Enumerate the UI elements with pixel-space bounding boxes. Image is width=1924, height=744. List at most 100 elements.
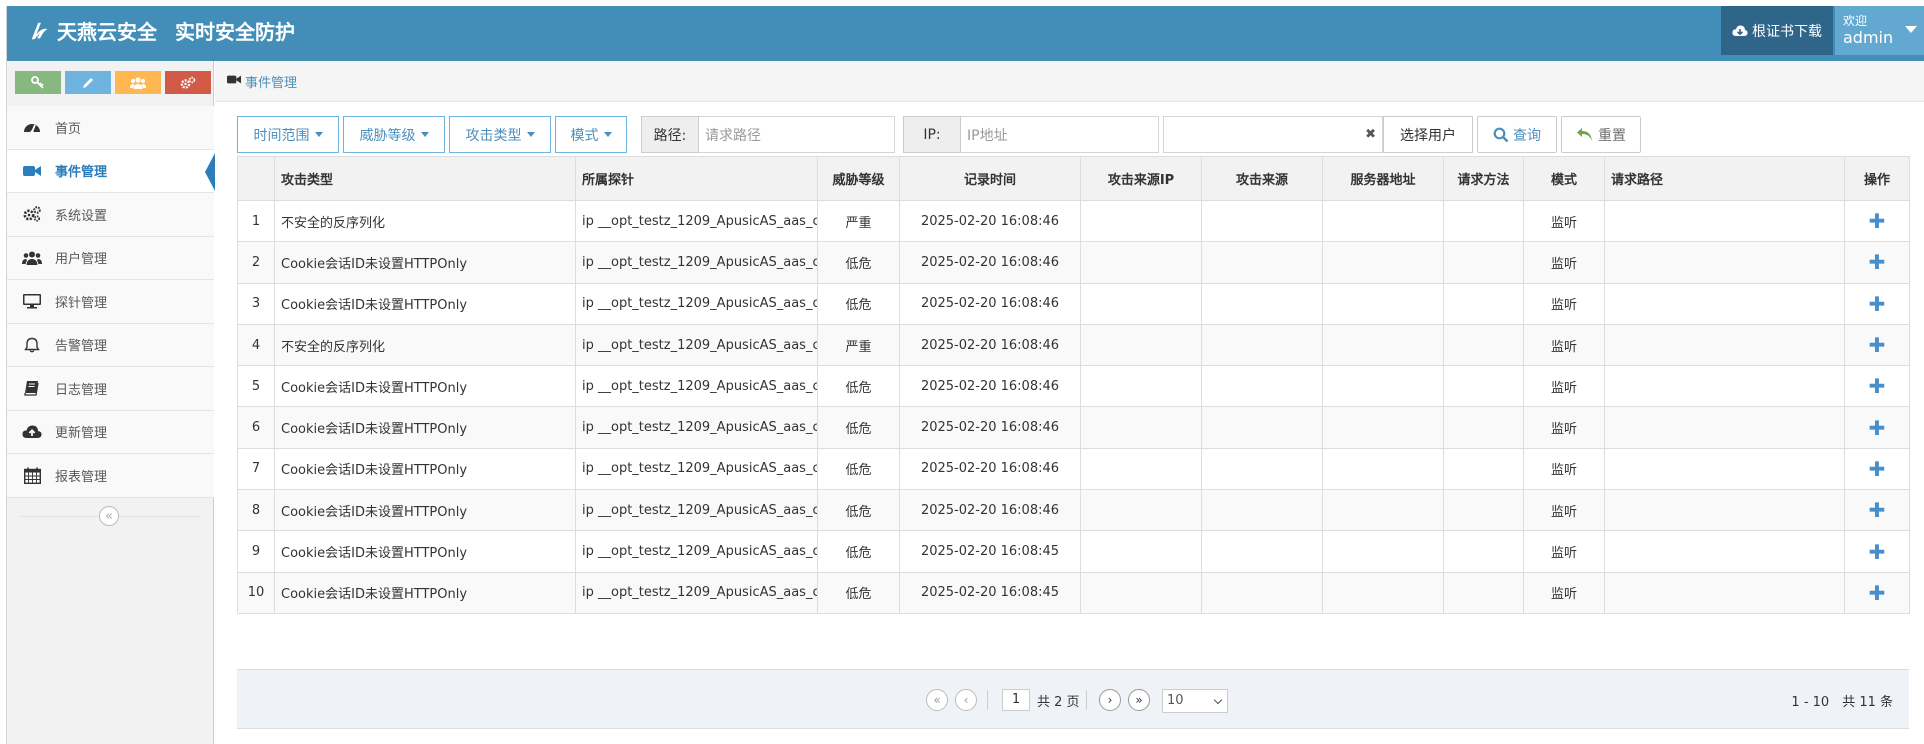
table-row[interactable]: 6 Cookie会话ID未设置HTTPOnly ip __opt_testz_120… — [237, 406, 1910, 449]
cell-method — [1443, 241, 1524, 284]
cell-actions: ✚ — [1844, 447, 1910, 491]
prev-page-button[interactable]: ‹ — [955, 689, 977, 711]
cell-source-ip — [1080, 199, 1202, 243]
cell-probe: ip __opt_testz_1209_ApusicAS_aas_c — [575, 489, 818, 532]
expand-plus-icon[interactable]: ✚ — [1869, 209, 1886, 233]
expand-plus-icon[interactable]: ✚ — [1869, 581, 1886, 605]
undo-icon — [1577, 127, 1592, 141]
cell-actions: ✚ — [1844, 489, 1910, 532]
sidebar-item-reports[interactable]: 报表管理 — [7, 454, 214, 498]
col-header-source-ip[interactable]: 攻击来源IP — [1080, 156, 1202, 201]
cell-path — [1604, 406, 1845, 449]
cell-probe: ip __opt_testz_1209_ApusicAS_aas_c — [575, 571, 818, 614]
table-row[interactable]: 7 Cookie会话ID未设置HTTPOnly ip __opt_testz_120… — [237, 447, 1910, 491]
sidebar-item-label: 日志管理 — [55, 382, 108, 398]
cell-source — [1201, 199, 1323, 243]
breadcrumb: 事件管理 — [215, 61, 1924, 102]
cell-method — [1443, 282, 1524, 325]
expand-plus-icon[interactable]: ✚ — [1869, 333, 1886, 357]
threat-level-dropdown[interactable]: 威胁等级 — [343, 116, 445, 153]
cell-attack-type: Cookie会话ID未设置HTTPOnly — [274, 530, 576, 573]
table-row[interactable]: 8 Cookie会话ID未设置HTTPOnly ip __opt_testz_120… — [237, 489, 1910, 532]
expand-plus-icon[interactable]: ✚ — [1869, 374, 1886, 398]
cell-path — [1604, 530, 1845, 573]
col-header-method[interactable]: 请求方法 — [1443, 156, 1524, 201]
brand[interactable]: 天燕云安全 实时安全防护 — [29, 16, 295, 45]
col-header-path[interactable]: 请求路径 — [1604, 156, 1845, 201]
first-page-button[interactable]: « — [926, 689, 948, 711]
col-header-attack-type[interactable]: 攻击类型 — [274, 156, 576, 201]
user-menu[interactable]: 欢迎 admin — [1835, 6, 1924, 55]
table-row[interactable]: 2 Cookie会话ID未设置HTTPOnly ip __opt_testz_120… — [237, 241, 1910, 284]
select-user-button[interactable]: 选择用户 — [1383, 116, 1473, 153]
expand-plus-icon[interactable]: ✚ — [1869, 292, 1886, 316]
reset-button[interactable]: 重置 — [1561, 116, 1641, 153]
page-number-input[interactable]: 1 — [1002, 689, 1030, 711]
col-header-source[interactable]: 攻击来源 — [1201, 156, 1323, 201]
sidebar-item-alerts[interactable]: 告警管理 — [7, 323, 214, 367]
shortcut-key-button[interactable] — [15, 71, 61, 94]
cell-index: 8 — [237, 489, 275, 532]
cell-record-time: 2025-02-20 16:08:46 — [899, 406, 1081, 449]
cell-mode: 监听 — [1523, 323, 1605, 367]
video-camera-icon — [227, 74, 241, 88]
time-range-dropdown[interactable]: 时间范围 — [237, 116, 339, 153]
sidebar-collapse-button[interactable]: « — [99, 506, 119, 526]
sidebar-item-updates[interactable]: 更新管理 — [7, 410, 214, 454]
col-header-threat-level[interactable]: 威胁等级 — [817, 156, 900, 201]
cell-source-ip — [1080, 282, 1202, 325]
cell-actions: ✚ — [1844, 530, 1910, 573]
cell-server — [1322, 365, 1444, 408]
chevron-down-icon — [1213, 695, 1223, 705]
attack-type-dropdown[interactable]: 攻击类型 — [449, 116, 551, 153]
shortcut-cogs-button[interactable] — [165, 71, 211, 94]
table-row[interactable]: 5 Cookie会话ID未设置HTTPOnly ip __opt_testz_120… — [237, 365, 1910, 408]
col-header-mode[interactable]: 模式 — [1523, 156, 1605, 201]
page-size-select[interactable]: 10 — [1162, 689, 1228, 713]
table-row[interactable]: 10 Cookie会话ID未设置HTTPOnly ip __opt_testz_12… — [237, 571, 1910, 614]
cell-method — [1443, 365, 1524, 408]
path-input[interactable]: 请求路径 — [699, 116, 895, 153]
sidebar-item-system-settings[interactable]: 系统设置 — [7, 193, 214, 237]
sidebar-item-users[interactable]: 用户管理 — [7, 236, 214, 280]
table-row[interactable]: 3 Cookie会话ID未设置HTTPOnly ip __opt_testz_120… — [237, 282, 1910, 325]
pencil-icon — [83, 77, 93, 88]
sidebar-item-probes[interactable]: 探针管理 — [7, 280, 214, 324]
expand-plus-icon[interactable]: ✚ — [1869, 498, 1886, 522]
cell-threat-level: 低危 — [817, 406, 900, 449]
expand-plus-icon[interactable]: ✚ — [1869, 416, 1886, 440]
path-label: 路径: — [641, 116, 699, 153]
last-page-button[interactable]: » — [1128, 689, 1150, 711]
user-input[interactable]: ✖ — [1163, 116, 1383, 153]
cell-actions: ✚ — [1844, 282, 1910, 325]
sidebar-item-home[interactable]: 首页 — [7, 106, 214, 150]
expand-plus-icon[interactable]: ✚ — [1869, 457, 1886, 481]
ip-input[interactable]: IP地址 — [961, 116, 1159, 153]
mode-dropdown[interactable]: 模式 — [555, 116, 627, 153]
breadcrumb-current[interactable]: 事件管理 — [245, 72, 297, 91]
expand-plus-icon[interactable]: ✚ — [1869, 250, 1886, 274]
expand-plus-icon[interactable]: ✚ — [1869, 540, 1886, 564]
cert-download-label: 根证书下载 — [1752, 23, 1822, 40]
chevron-left-icon: ‹ — [963, 693, 969, 707]
col-header-record-time[interactable]: 记录时间 — [899, 156, 1081, 201]
col-header-probe[interactable]: 所属探针 — [575, 156, 818, 201]
shortcut-users-button[interactable] — [115, 71, 161, 94]
cell-path — [1604, 199, 1845, 243]
table-row[interactable]: 9 Cookie会话ID未设置HTTPOnly ip __opt_testz_120… — [237, 530, 1910, 573]
cell-source-ip — [1080, 241, 1202, 284]
shortcut-pencil-button[interactable] — [65, 71, 111, 94]
table-row[interactable]: 1 不安全的反序列化 ip __opt_testz_1209_ApusicAS_aa… — [237, 199, 1910, 243]
next-page-button[interactable]: › — [1099, 689, 1121, 711]
table-row[interactable]: 4 不安全的反序列化 ip __opt_testz_1209_ApusicAS_aa… — [237, 323, 1910, 367]
clear-icon[interactable]: ✖ — [1365, 127, 1376, 142]
cert-download-button[interactable]: 根证书下载 — [1721, 6, 1833, 55]
cell-record-time: 2025-02-20 16:08:46 — [899, 489, 1081, 532]
cell-source — [1201, 571, 1323, 614]
col-header-server[interactable]: 服务器地址 — [1322, 156, 1444, 201]
query-button[interactable]: 查询 — [1477, 116, 1557, 153]
cell-method — [1443, 447, 1524, 491]
cell-server — [1322, 489, 1444, 532]
sidebar-item-events[interactable]: 事件管理 — [7, 149, 215, 193]
sidebar-item-logs[interactable]: 日志管理 — [7, 367, 214, 411]
